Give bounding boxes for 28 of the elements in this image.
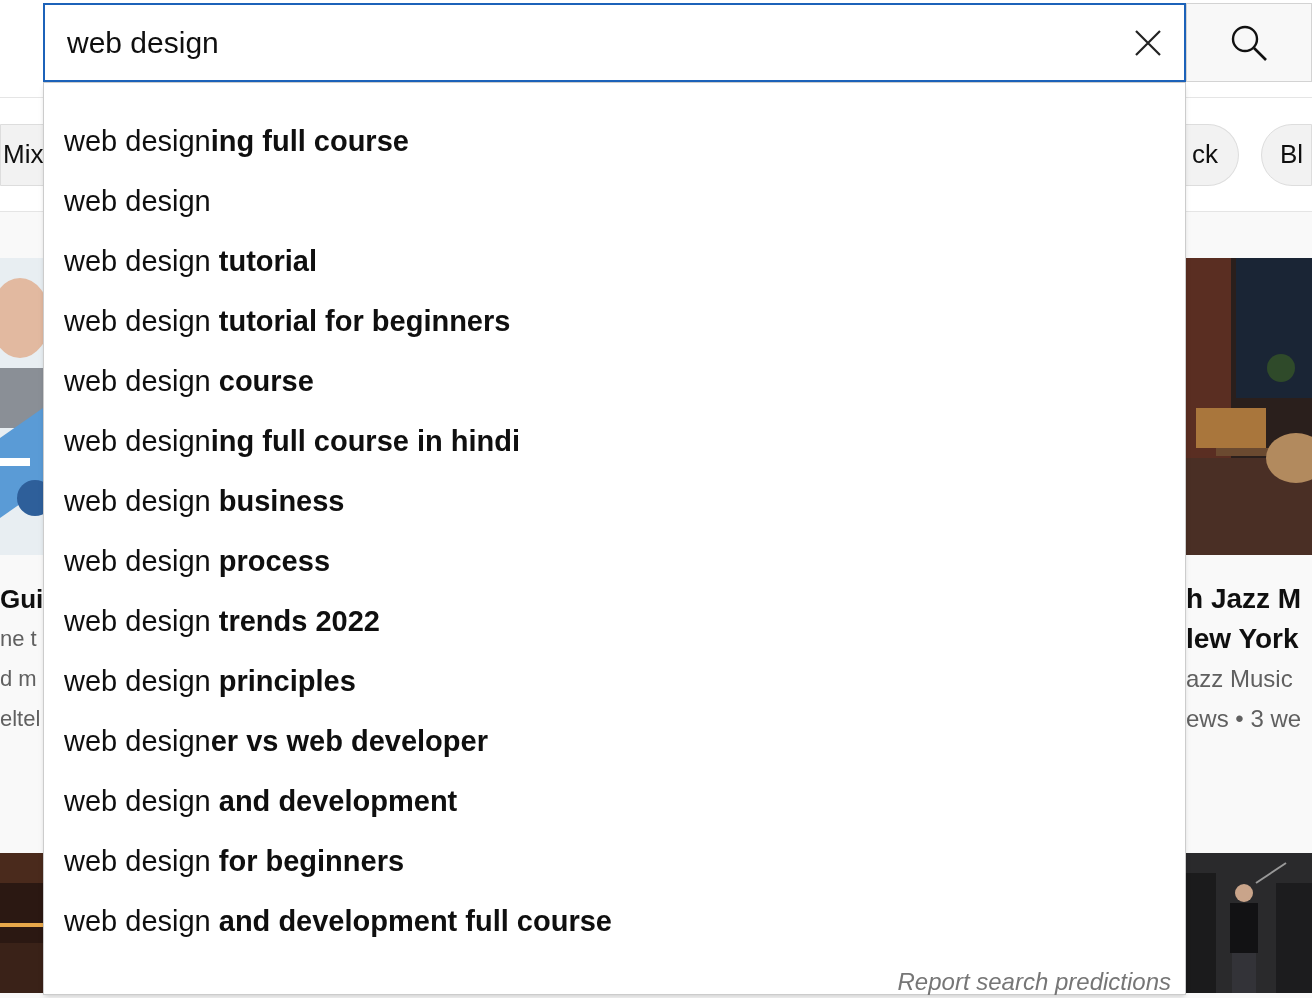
suggestion-item[interactable]: web design trends 2022 — [44, 592, 1185, 652]
video-meta: ews • 3 we — [1186, 704, 1303, 734]
video-meta: d m — [0, 665, 38, 693]
video-meta: azz Music — [1186, 664, 1294, 694]
suggestion-item[interactable]: web design and development — [44, 772, 1185, 832]
video-meta: ne t — [0, 625, 38, 653]
suggestion-item[interactable]: web design and development full course — [44, 892, 1185, 952]
filter-chip[interactable]: Bl — [1261, 123, 1312, 186]
video-title: h Jazz M — [1186, 582, 1303, 616]
video-title: Gui — [0, 583, 43, 616]
suggestion-item[interactable]: web design tutorial — [44, 232, 1185, 292]
suggestion-item[interactable]: web design for beginners — [44, 832, 1185, 892]
filter-chip[interactable]: ck — [1186, 123, 1239, 186]
video-meta: eltel — [0, 705, 42, 733]
suggestion-item[interactable]: web design tutorial for beginners — [44, 292, 1185, 352]
suggestion-item[interactable]: web design process — [44, 532, 1185, 592]
video-title: lew York — [1186, 622, 1300, 656]
suggestion-item[interactable]: web design business — [44, 472, 1185, 532]
suggestion-item[interactable]: web design principles — [44, 652, 1185, 712]
search-button[interactable] — [1186, 3, 1312, 82]
search-text: web design — [67, 25, 220, 61]
suggestion-item[interactable]: web design course — [44, 352, 1185, 412]
report-link[interactable]: Report search predictions — [897, 964, 1171, 998]
suggestion-item[interactable]: web designer vs web developer — [44, 712, 1185, 772]
search-field[interactable]: web design — [43, 3, 1186, 82]
search-icon — [1230, 23, 1268, 62]
close-icon[interactable] — [1134, 28, 1162, 57]
suggestion-item[interactable]: web designing full course in hindi — [44, 412, 1185, 472]
